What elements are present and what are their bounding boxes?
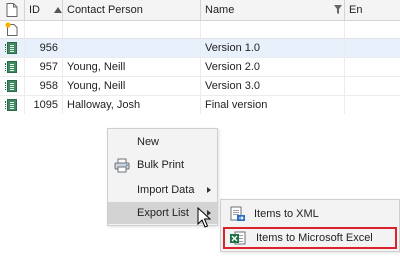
version-document-icon [5,80,17,92]
name-column-header[interactable]: Name [201,0,345,20]
new-document-icon[interactable] [5,22,19,36]
table-row[interactable]: 1095 Halloway, Josh Final version [0,96,400,115]
menu-item-items-to-xml[interactable]: Items to XML [223,203,397,225]
cell-name: Version 1.0 [201,39,345,57]
table-row[interactable]: 958 Young, Neill Version 3.0 [0,77,400,96]
cell-name: Version 2.0 [201,58,345,76]
menu-item-items-to-excel[interactable]: Items to Microsoft Excel [223,227,397,249]
filter-cell-contact[interactable] [63,21,201,38]
export-submenu: Items to XML Items to Microsoft Excel [220,199,400,252]
contact-person-column-header[interactable]: Contact Person [63,0,201,20]
doc-type-column-header[interactable] [0,0,25,20]
cell-name: Version 3.0 [201,77,345,95]
mouse-cursor-icon [197,207,211,228]
extra-column-label: En [349,4,363,16]
document-icon [6,3,18,17]
print-icon [114,158,130,173]
new-item-cell[interactable] [0,21,25,38]
submenu-arrow-icon [207,187,211,193]
cell-contact: Halloway, Josh [63,96,201,114]
cell-id: 1095 [25,96,63,114]
menu-item-items-to-excel-label: Items to Microsoft Excel [256,232,373,244]
version-document-icon [5,42,17,54]
new-item-row[interactable] [0,21,400,39]
filter-icon[interactable] [334,5,342,14]
cell-contact [63,39,201,57]
version-document-icon [5,99,17,111]
xml-export-icon [230,206,245,221]
menu-item-bulk-print[interactable]: Bulk Print [108,154,217,176]
excel-export-icon [230,231,246,245]
id-column-header[interactable]: ID [25,0,63,20]
table-row[interactable]: 956 Version 1.0 [0,39,400,58]
cell-contact: Young, Neill [63,77,201,95]
table-row[interactable]: 957 Young, Neill Version 2.0 [0,58,400,77]
id-column-label: ID [29,4,40,16]
menu-item-items-to-xml-label: Items to XML [254,208,319,220]
cell-id: 958 [25,77,63,95]
cell-contact: Young, Neill [63,58,201,76]
cell-name: Final version [201,96,345,114]
menu-item-new[interactable]: New [108,131,217,153]
menu-item-import-data[interactable]: Import Data [108,179,217,201]
version-document-icon [5,61,17,73]
menu-item-bulk-print-label: Bulk Print [137,159,185,171]
menu-item-import-data-label: Import Data [137,184,195,196]
name-column-label: Name [205,4,235,16]
extra-column-header[interactable]: En [345,0,400,20]
menu-item-export-list-label: Export List [137,207,189,219]
cell-id: 956 [25,39,63,57]
cell-id: 957 [25,58,63,76]
sort-ascending-icon [54,7,62,13]
grid-header: ID Contact Person Name En [0,0,400,21]
contact-person-column-label: Contact Person [67,4,143,16]
filter-cell-id[interactable] [25,21,63,38]
filter-cell-name[interactable] [201,21,345,38]
menu-item-new-label: New [137,136,160,148]
